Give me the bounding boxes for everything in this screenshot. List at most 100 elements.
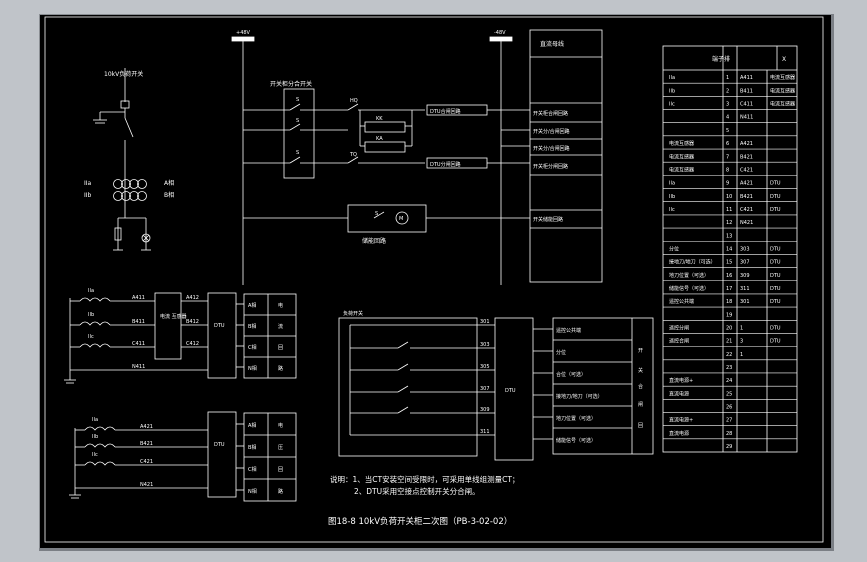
- main-switch-group: [93, 68, 151, 251]
- close-coil-label: HQ: [350, 98, 358, 104]
- aux-switch-title: 负荷开关: [343, 310, 363, 317]
- terminal-cell: DTU: [770, 273, 781, 279]
- terminal-cell: DTU: [770, 181, 781, 187]
- storage-motor-label: 储能回路: [362, 237, 386, 245]
- terminal-cell: 电流互感器: [770, 101, 795, 108]
- pt-label-b: IIb: [84, 192, 92, 199]
- ct1-right-4: 路: [278, 365, 283, 372]
- terminal-cell: 遥控分闸: [669, 324, 689, 331]
- terminal-cell: 遥控公共端: [669, 298, 694, 305]
- terminal-cell: 29: [726, 444, 732, 450]
- terminal-cell: 19: [726, 312, 732, 318]
- ct1-row-n: N相: [248, 365, 257, 372]
- terminal-cell: 16: [726, 273, 732, 279]
- relay-label-2: KA: [376, 136, 383, 142]
- contact-label-1: S: [296, 97, 299, 103]
- signal-row-4: 接地刀/地刀（可选）: [556, 393, 603, 400]
- ct1-dtu-label: DTU: [214, 323, 225, 329]
- terminal-cell: 5: [726, 128, 729, 134]
- terminal-cell: 301: [740, 299, 750, 305]
- terminal-cell: 22: [726, 352, 732, 358]
- terminal-cell: 直流电源+: [669, 377, 693, 384]
- terminal-cell: 10: [726, 194, 732, 200]
- schematic-diagram: 10kV负荷开关 IIa IIb A相 B相 +48V -48V 开关柜分合开关…: [44, 16, 824, 543]
- signal-row-3: 合位（可选）: [556, 371, 586, 378]
- aux-terminal-305: 305: [480, 364, 490, 370]
- signal-row-1: 遥控公共端: [556, 327, 581, 334]
- terminal-cell: 直流电源: [669, 390, 689, 397]
- aux-terminal-301: 301: [480, 319, 490, 325]
- ct1-phase-c: IIc: [88, 334, 94, 340]
- terminal-cell: 直流电源+: [669, 417, 693, 424]
- terminal-cell: IIb: [669, 88, 675, 94]
- aux-terminal-311: 311: [480, 429, 490, 435]
- terminal-cell: 电流互感器: [770, 74, 795, 81]
- signal-right-4: 闸: [638, 401, 643, 408]
- terminal-cell: DTU: [770, 286, 781, 292]
- ct2-terminal-c: C421: [140, 459, 153, 465]
- close-circuit-label: DTU合闸回路: [430, 108, 461, 115]
- function-item-4: 开关柜分闸回路: [533, 163, 568, 170]
- ct2-terminal-a: A421: [140, 424, 153, 430]
- ct2-row-c: C相: [248, 466, 257, 473]
- terminal-cell: 25: [726, 391, 732, 397]
- terminal-cell: 电流互感器: [669, 166, 694, 173]
- terminal-cell: 电流互感器: [669, 153, 694, 160]
- signal-right-3: 合: [638, 383, 643, 390]
- terminal-cell: 直流电源: [669, 430, 689, 437]
- terminal-cell: 3: [740, 339, 743, 345]
- ct1-terminal-n: N411: [132, 364, 145, 370]
- ct2-right-3: 回: [278, 467, 283, 473]
- ct1-right-3: 回: [278, 345, 283, 351]
- ct2-group: [69, 411, 297, 502]
- aux-terminal-307: 307: [480, 386, 490, 392]
- ct2-row-a: A相: [248, 422, 256, 429]
- aux-dtu-label: DTU: [505, 388, 516, 394]
- signal-right-1: 开: [638, 348, 643, 354]
- function-item-5: 开关储能回路: [533, 216, 563, 223]
- ct1-row-c: C相: [248, 344, 257, 351]
- terminal-cell: DTU: [770, 207, 781, 213]
- contact-label-2: S: [296, 118, 299, 124]
- ct1-right-2: 流: [278, 323, 283, 330]
- terminal-cell: 307: [740, 260, 750, 266]
- ct2-phase-c: IIc: [92, 452, 98, 458]
- terminal-cell: DTU: [770, 246, 781, 252]
- terminal-cell: DTU: [770, 194, 781, 200]
- trip-coil-label: TQ: [349, 152, 357, 158]
- terminal-cell: 1: [740, 352, 743, 358]
- signal-right-5: 回: [638, 423, 643, 429]
- bus-box-title: 直流母线: [540, 40, 564, 48]
- signal-row-5: 地刀位置（可选）: [556, 415, 596, 422]
- trip-circuit-label: DTU分闸回路: [430, 161, 461, 168]
- drawing-frame: [44, 16, 824, 543]
- terminal-cell: B421: [740, 154, 753, 160]
- terminal-cell: 17: [726, 286, 732, 292]
- terminal-cell: 1: [726, 75, 729, 81]
- terminal-cell: 15: [726, 260, 732, 266]
- ct1-terminal-a: A411: [132, 295, 145, 301]
- terminal-cell: DTU: [770, 299, 781, 305]
- ct2-dtu-label: DTU: [214, 442, 225, 448]
- relay-label-1: KK: [376, 116, 383, 122]
- note-line-2: 2、DTU采用空接点控制开关分合闸。: [354, 486, 480, 496]
- drawing-title: 图18-8 10kV负荷开关柜二次图（PB-3-02-02）: [328, 516, 512, 527]
- contact-label-3: S: [296, 150, 299, 156]
- terminal-cell: N411: [740, 115, 753, 121]
- ct2-right-2: 压: [278, 445, 283, 451]
- terminal-cell: IIa: [669, 181, 675, 187]
- terminal-cell: 28: [726, 431, 732, 437]
- ct2-right-4: 路: [278, 488, 283, 495]
- terminal-cell: 11: [726, 207, 732, 213]
- terminal-cell: 8: [726, 167, 729, 173]
- ct2-terminal-n: N421: [140, 482, 153, 488]
- terminal-block-rows: IIa 1 A411 电流互感器 IIb 2 B411 电流互感器 IIc 3 C411 电流互感器 4…: [663, 74, 797, 450]
- terminal-cell: 13: [726, 233, 732, 239]
- terminal-cell: A421: [740, 181, 753, 187]
- ct1-row-a: A相: [248, 302, 256, 309]
- terminal-cell: IIc: [669, 102, 675, 108]
- terminal-cell: B421: [740, 194, 753, 200]
- cad-viewport: 10kV负荷开关 IIa IIb A相 B相 +48V -48V 开关柜分合开关…: [0, 0, 867, 562]
- terminal-cell: C411: [740, 102, 753, 108]
- terminal-cell: 3: [726, 102, 729, 108]
